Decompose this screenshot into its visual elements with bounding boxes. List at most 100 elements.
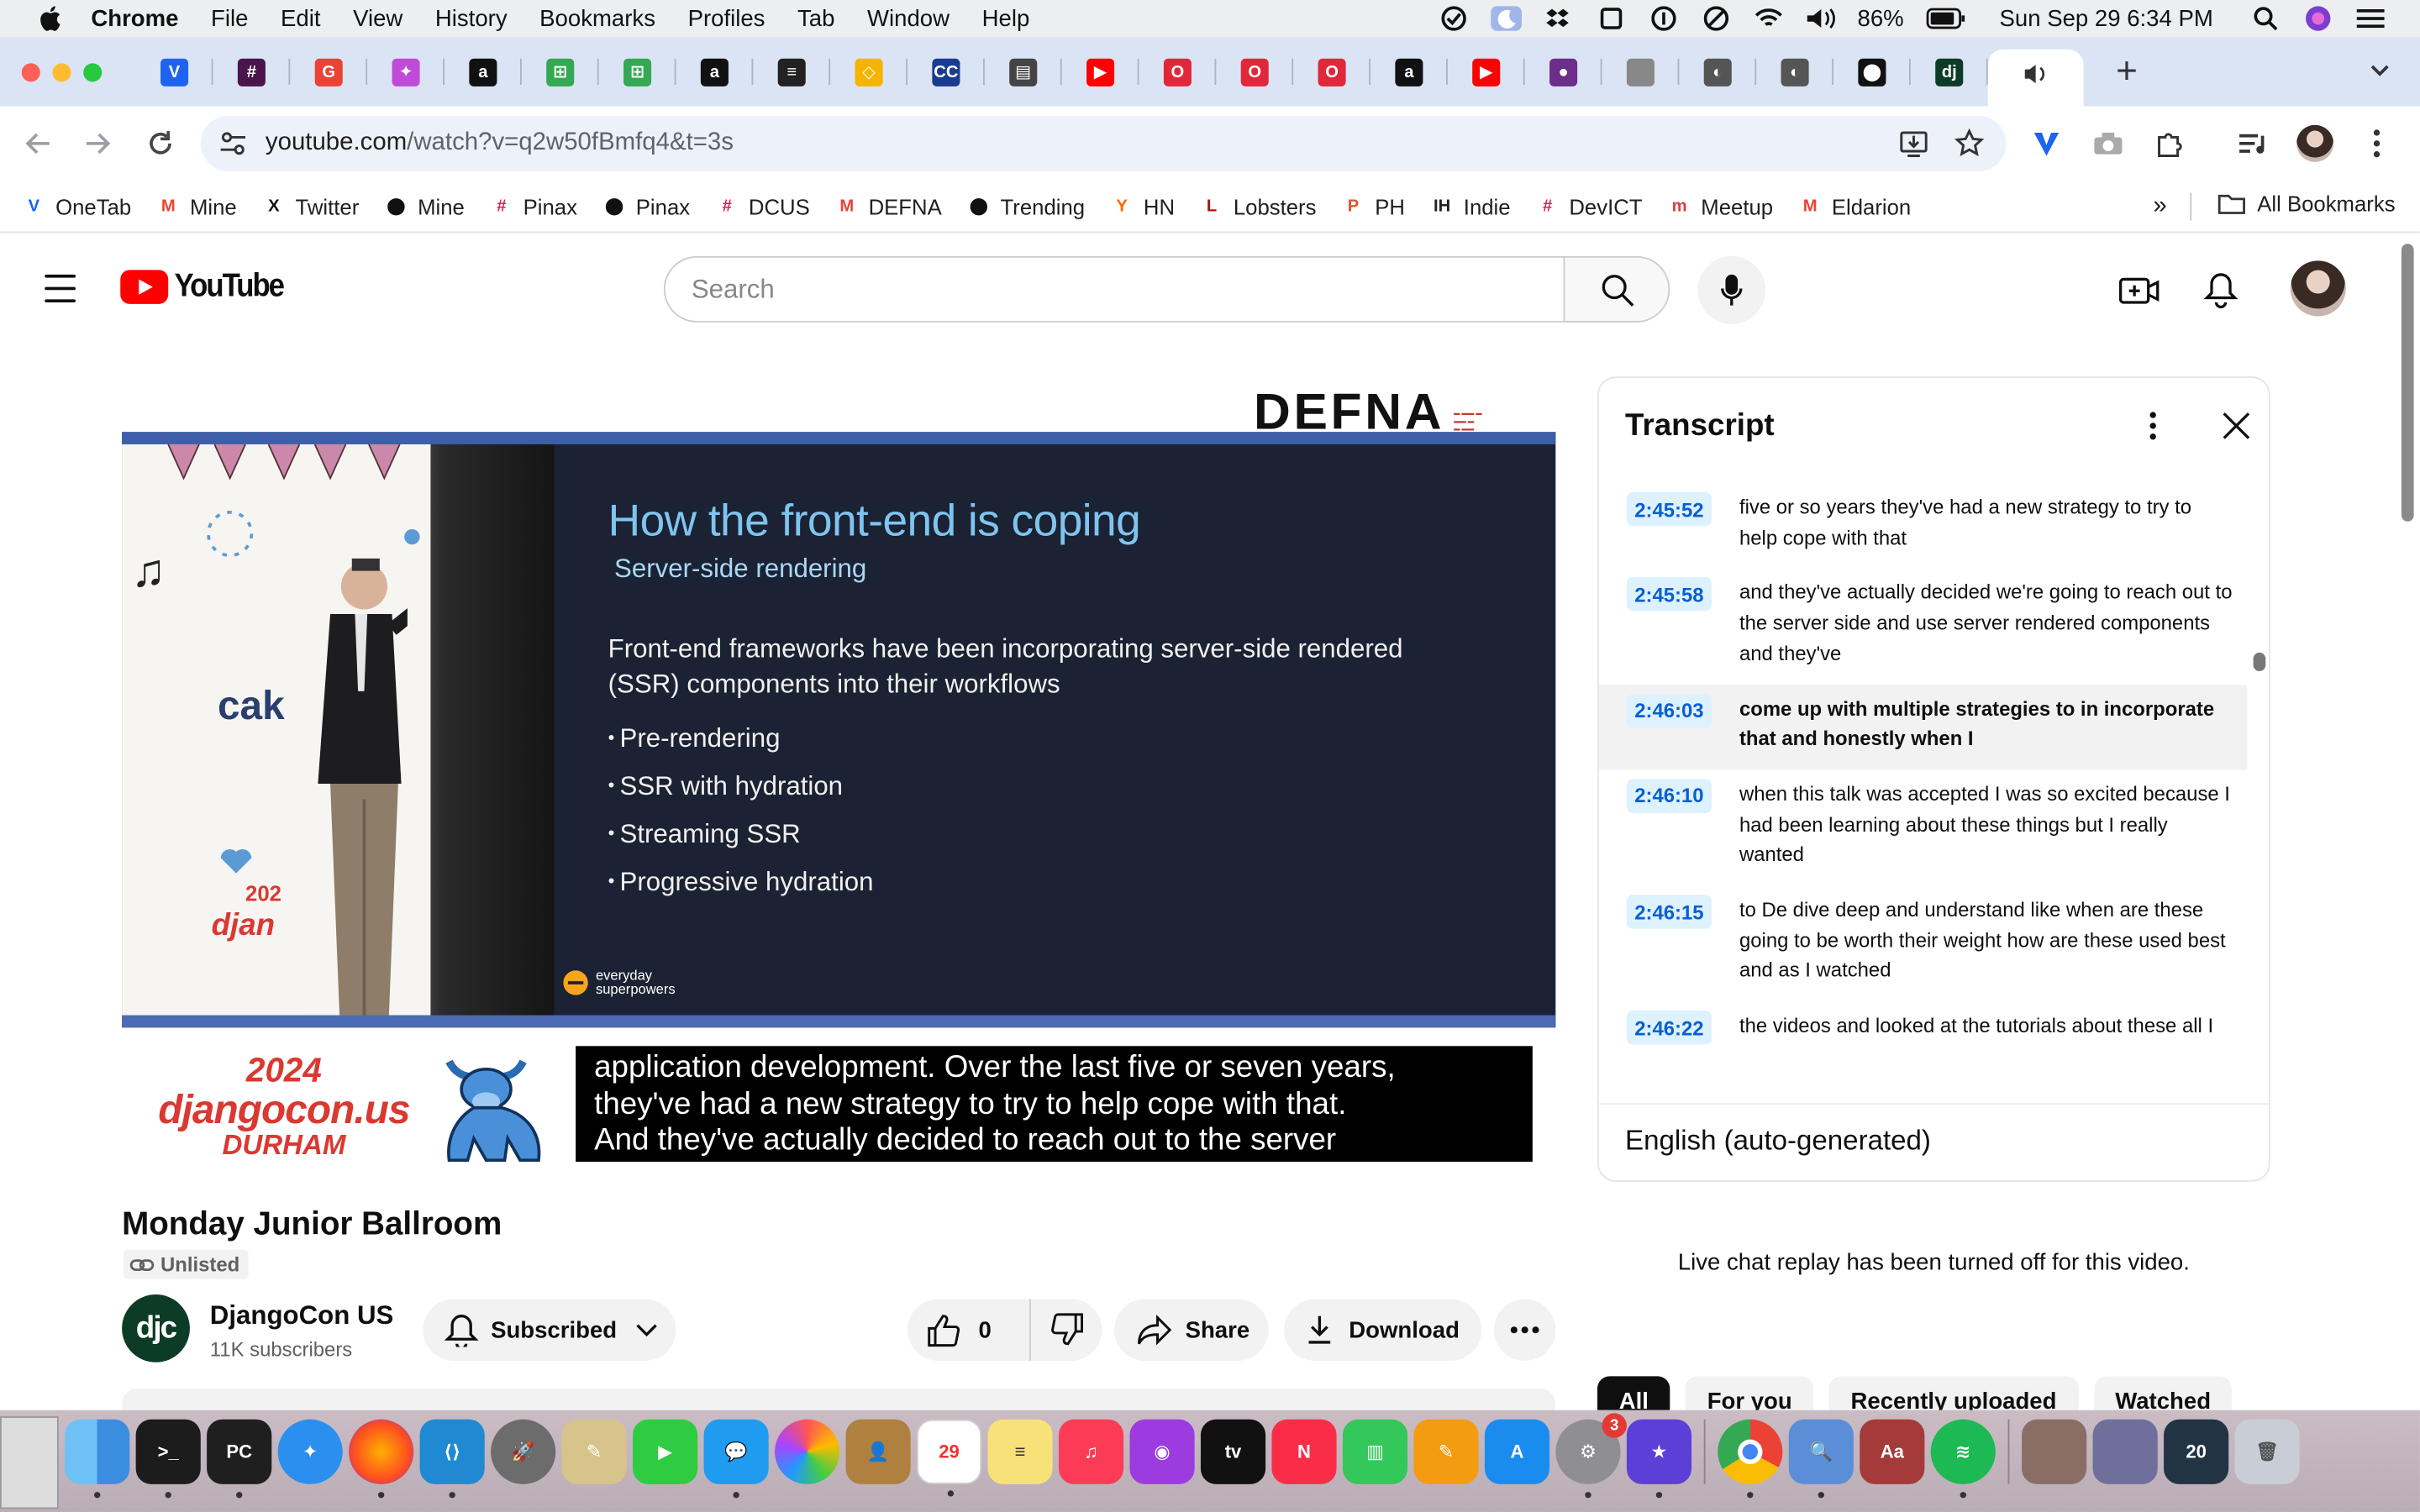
tab[interactable]: a <box>676 37 754 107</box>
bookmark-item[interactable]: # Pinax <box>489 194 577 218</box>
news-icon[interactable]: N <box>1271 1419 1337 1484</box>
apple-menu-icon[interactable] <box>34 3 65 34</box>
bookmark-item[interactable]: IH Indie <box>1429 194 1511 218</box>
transcript-timestamp[interactable]: 2:46:03 <box>1626 693 1712 728</box>
firefox-icon[interactable] <box>349 1419 414 1499</box>
messages-icon[interactable]: 💬 <box>703 1419 769 1499</box>
transcript-language-selector[interactable]: English (auto-generated) <box>1598 1103 2269 1180</box>
speaker-icon[interactable] <box>2023 63 2048 92</box>
tab[interactable]: O <box>1293 37 1370 107</box>
tab[interactable]: ⊞ <box>522 37 599 107</box>
dislike-button[interactable] <box>1031 1313 1102 1347</box>
volume-icon[interactable] <box>1805 6 1836 30</box>
bookmark-item[interactable]: ⬤ Pinax <box>602 194 690 218</box>
bookmark-item[interactable]: X Twitter <box>261 194 359 218</box>
vivaldi-extension-icon[interactable] <box>2018 116 2074 171</box>
calendar-icon[interactable]: 29 <box>916 1419 982 1497</box>
download-button[interactable]: Download <box>1284 1299 1482 1361</box>
new-tab-button[interactable]: + <box>2105 50 2148 93</box>
more-bookmarks-chevron-icon[interactable]: » <box>2153 193 2166 221</box>
site-info-icon[interactable] <box>210 131 256 155</box>
dictionary-icon[interactable]: Aa <box>1860 1419 1925 1484</box>
bookmark-item[interactable]: M Mine <box>156 194 237 218</box>
back-button[interactable] <box>9 116 65 171</box>
bookmark-item[interactable]: L Lobsters <box>1199 194 1317 218</box>
clock[interactable]: Sun Sep 29 6:34 PM <box>2000 5 2213 31</box>
menu-app-name[interactable]: Chrome <box>91 5 178 31</box>
chrome-icon[interactable] <box>1718 1419 1783 1499</box>
podcasts-icon[interactable]: ◉ <box>1129 1419 1195 1484</box>
dock-folder-stack[interactable]: 20 <box>2164 1419 2229 1484</box>
channel-name-link[interactable]: DjangoCon US <box>210 1300 394 1331</box>
transcript-segment[interactable]: 2:46:15 to De dive deep and understand li… <box>1599 885 2247 1001</box>
control-center-icon[interactable] <box>2355 6 2386 30</box>
apple-tv-icon[interactable]: tv <box>1200 1419 1266 1484</box>
bookmark-item[interactable]: M DEFNA <box>834 194 941 218</box>
page-scrollbar[interactable] <box>2401 244 2414 522</box>
preview-photos-icon[interactable]: 🔍 <box>1788 1419 1854 1499</box>
music-icon[interactable]: ♫ <box>1058 1419 1124 1484</box>
notifications-button[interactable] <box>2197 265 2244 315</box>
dropbox-icon[interactable] <box>1543 6 1574 30</box>
camera-icon[interactable] <box>2081 116 2136 171</box>
tab[interactable]: a <box>1370 37 1448 107</box>
tab[interactable]: ▤ <box>985 37 1062 107</box>
notes-icon[interactable]: ≡ <box>987 1419 1053 1484</box>
bookmark-item[interactable]: V OneTab <box>22 194 132 218</box>
bookmark-item[interactable]: m Meetup <box>1667 194 1773 218</box>
transcript-close-button[interactable] <box>2217 406 2257 446</box>
spotify-icon[interactable]: ≋ <box>1930 1419 1996 1499</box>
forward-button[interactable] <box>71 116 126 171</box>
transcript-timestamp[interactable]: 2:45:52 <box>1626 491 1712 527</box>
video-player[interactable]: DEFNA ▬ ▬▬ ▬ ▬▬ ▬ ▬ ▬▬ ♫ cak 202 djan Ho… <box>122 376 1556 1182</box>
pages-icon[interactable]: ✎ <box>1413 1419 1479 1484</box>
tab[interactable]: dj <box>1911 37 1988 107</box>
search-input[interactable]: Search <box>663 255 1565 323</box>
menu-bookmarks[interactable]: Bookmarks <box>539 5 655 31</box>
menu-tab[interactable]: Tab <box>797 5 834 31</box>
tab-active-youtube[interactable] <box>1987 49 2084 107</box>
transcript-timestamp[interactable]: 2:46:10 <box>1626 779 1712 813</box>
contacts-icon[interactable]: 👤 <box>845 1419 911 1484</box>
wifi-icon[interactable] <box>1753 6 1784 30</box>
trash-icon[interactable]: 🗑 <box>2234 1419 2300 1484</box>
filter-chip[interactable]: Recently uploaded <box>1828 1376 2079 1410</box>
tab[interactable]: V <box>136 37 213 107</box>
tab[interactable]: ◇ <box>830 37 908 107</box>
tab[interactable]: ◐ <box>1679 37 1757 107</box>
bookmark-item[interactable]: # DevICT <box>1535 194 1642 218</box>
tab[interactable]: ✦ <box>367 37 445 107</box>
transcript-segment[interactable]: 2:46:22 the videos and looked at the tuto… <box>1599 1001 2247 1060</box>
transcript-scrollbar[interactable] <box>2253 652 2266 671</box>
tab[interactable]: ▶ <box>1448 37 1525 107</box>
reload-button[interactable] <box>133 116 188 171</box>
window-icon[interactable] <box>1595 6 1626 30</box>
all-bookmarks-button[interactable]: All Bookmarks <box>2217 192 2396 216</box>
tab[interactable]: ● <box>1525 37 1602 107</box>
filter-chip[interactable]: Watched <box>2093 1376 2233 1410</box>
zoom-window-button[interactable] <box>83 62 103 81</box>
transcript-segment[interactable]: 2:45:58 and they've actually decided we'r… <box>1599 569 2247 685</box>
tab[interactable]: # <box>213 37 291 107</box>
numbers-icon[interactable]: ▥ <box>1342 1419 1408 1484</box>
bookmark-item[interactable]: P PH <box>1341 194 1405 218</box>
menu-history[interactable]: History <box>435 5 508 31</box>
tab[interactable]: G <box>290 37 368 107</box>
transcript-menu-button[interactable] <box>2133 406 2173 446</box>
extensions-puzzle-icon[interactable] <box>2142 116 2197 171</box>
transcript-segment[interactable]: 2:45:52 five or so years they've had a ne… <box>1599 483 2247 569</box>
bookmark-item[interactable]: ⬤ Trending <box>966 194 1086 218</box>
tab[interactable]: CC <box>908 37 985 107</box>
voice-search-button[interactable] <box>1697 255 1766 324</box>
transcript-timestamp[interactable]: 2:46:22 <box>1626 1011 1712 1045</box>
tab[interactable]: ≡ <box>753 37 831 107</box>
dock-folder-stack[interactable] <box>2022 1419 2087 1484</box>
transcript-timestamp[interactable]: 2:46:15 <box>1626 895 1712 929</box>
terminal-icon[interactable]: >_ <box>135 1419 201 1499</box>
dock-folder-stack[interactable] <box>2092 1419 2158 1484</box>
menu-view[interactable]: View <box>353 5 402 31</box>
tab[interactable]: O <box>1139 37 1217 107</box>
menu-window[interactable]: Window <box>867 5 950 31</box>
search-button[interactable] <box>1563 255 1670 323</box>
bookmark-item[interactable]: ⬤ Mine <box>384 194 465 218</box>
